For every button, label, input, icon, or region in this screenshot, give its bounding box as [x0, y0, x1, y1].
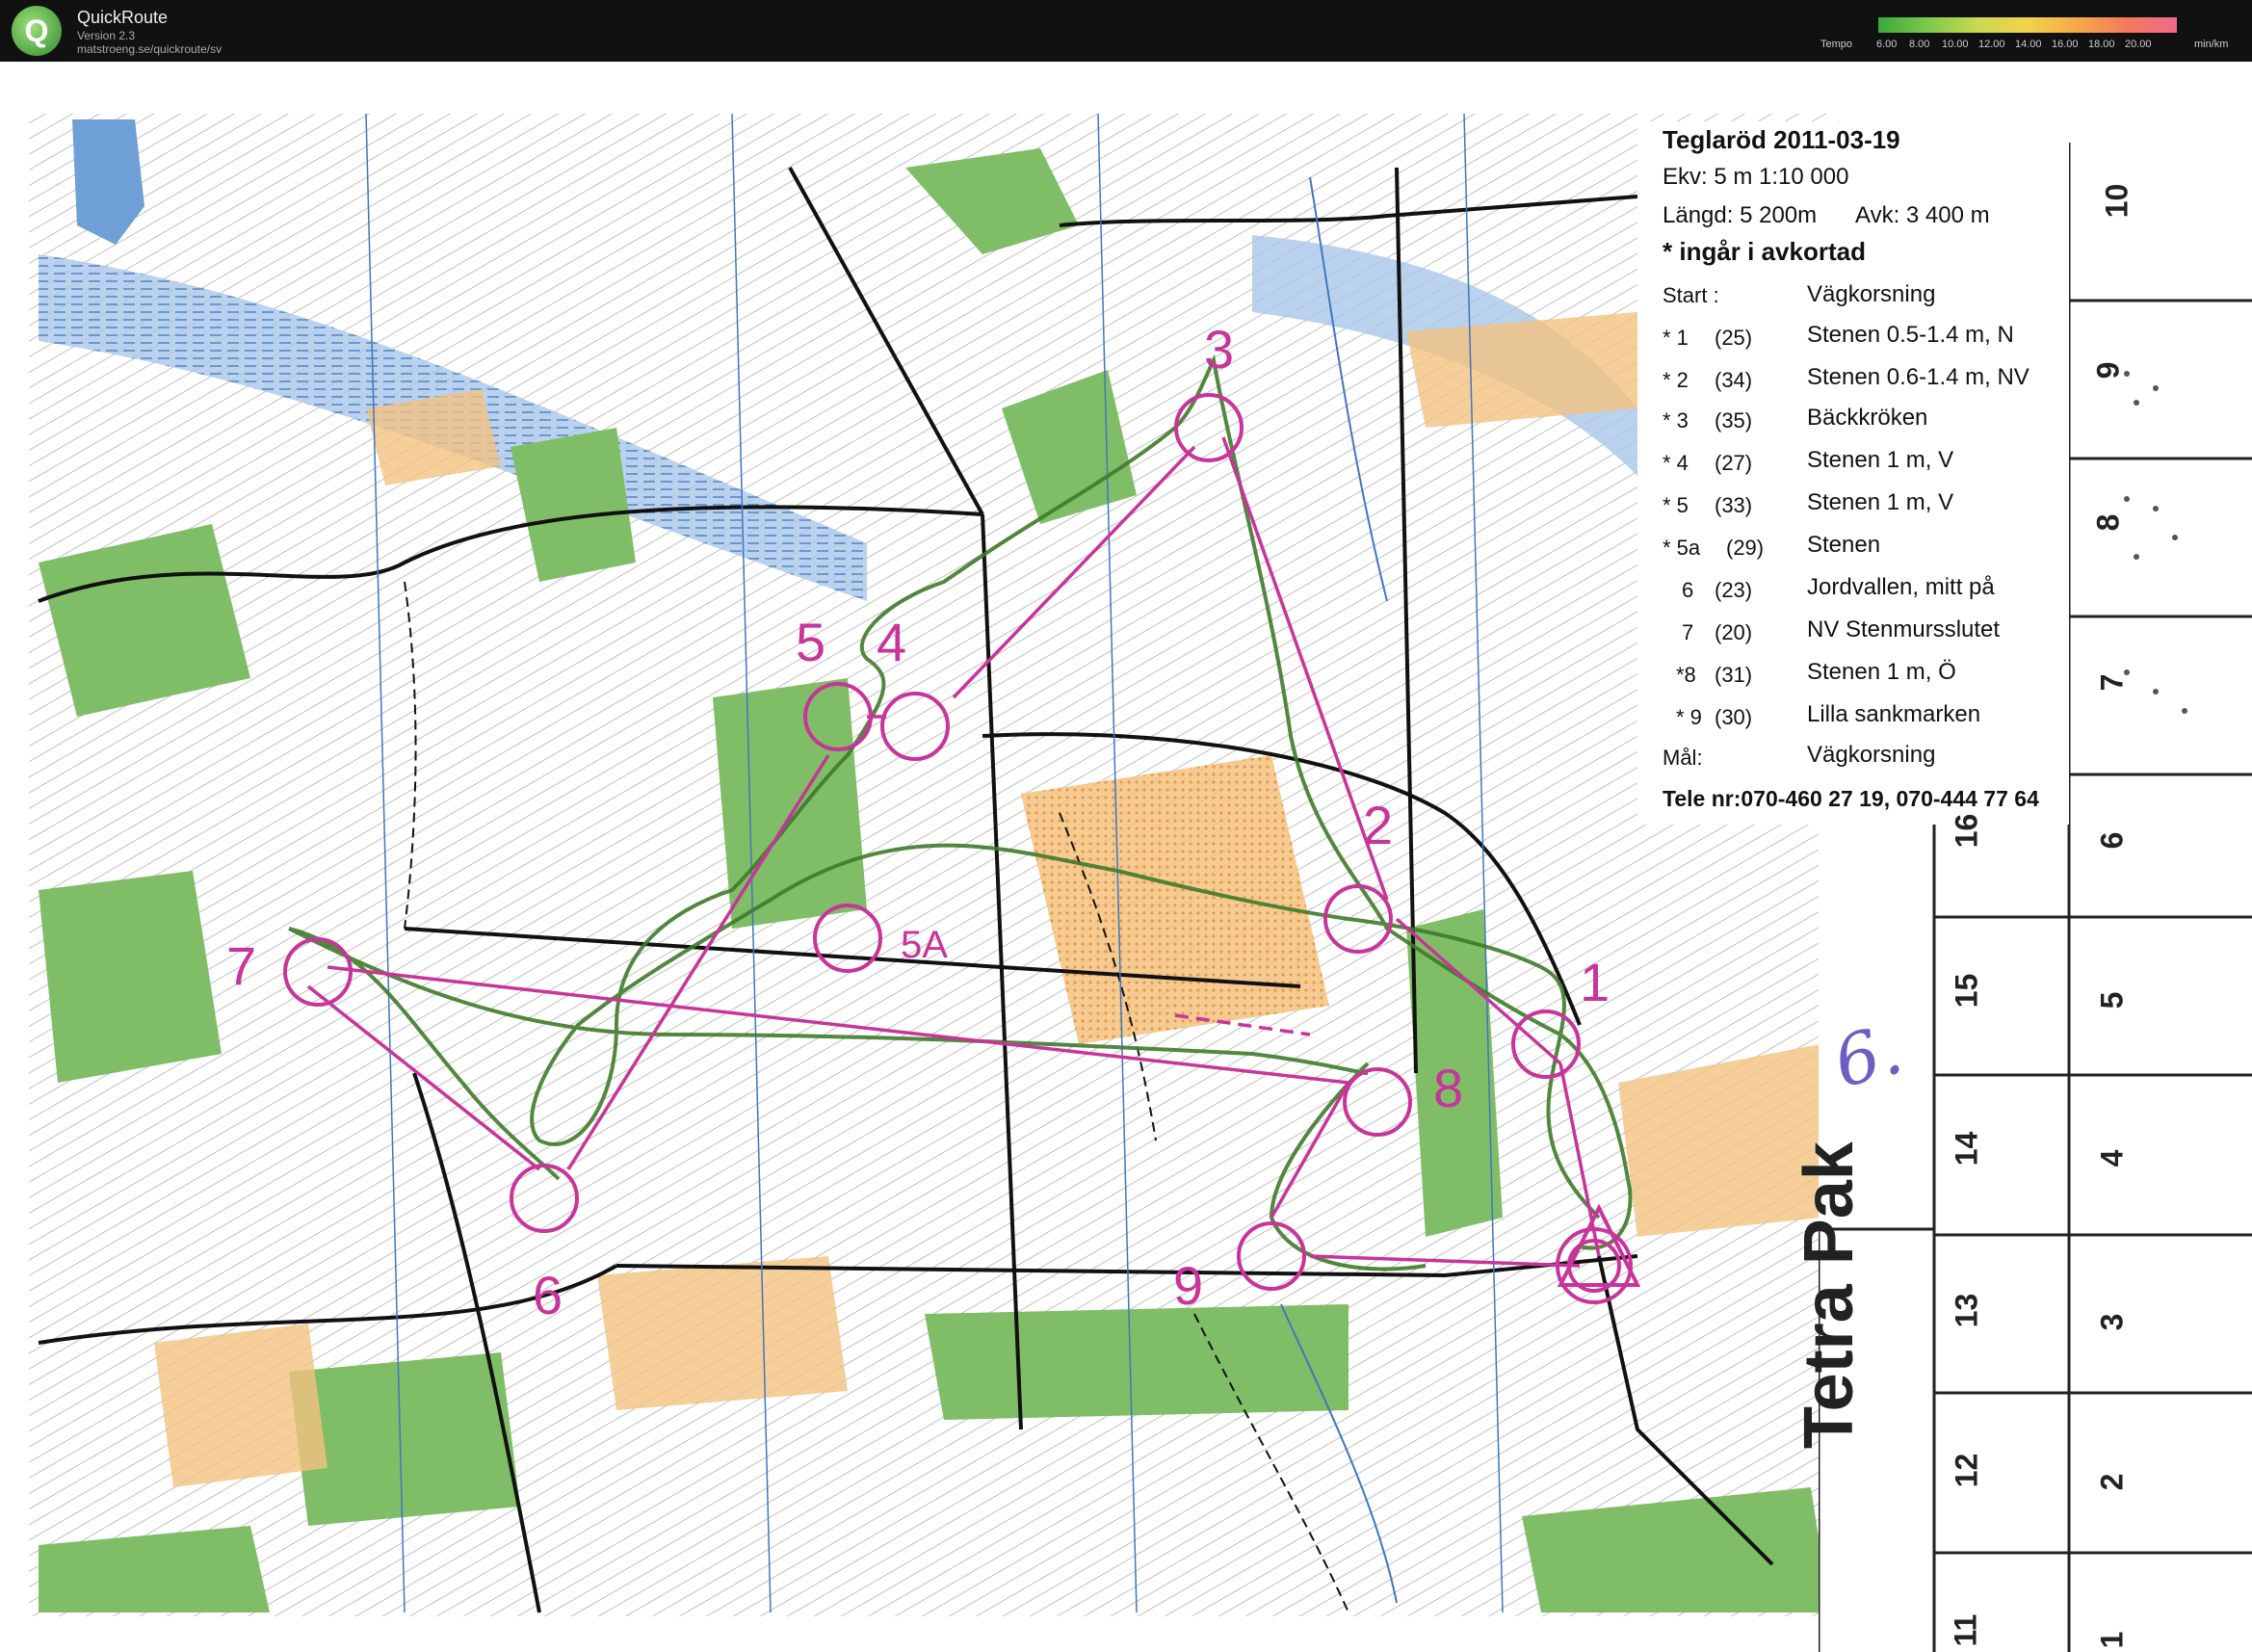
control-code: (23) [1715, 578, 1753, 602]
app-version: Version 2.3 [77, 29, 136, 42]
control-desc: Stenen 1 m, V [1807, 447, 1954, 473]
tempo-label: Tempo [1820, 39, 1853, 50]
control-number-7: 7 [226, 935, 256, 996]
control-num: Start : [1663, 283, 1719, 307]
control-number-6: 6 [533, 1265, 563, 1325]
control-desc: Stenen 1 m, Ö [1807, 659, 1956, 685]
control-num: *8 [1676, 663, 1696, 687]
punch-box-number: 1 [2094, 1631, 2130, 1649]
control-number-2: 2 [1363, 795, 1393, 855]
control-code: (29) [1726, 536, 1765, 560]
punch-box-number: 14 [1949, 1131, 1984, 1167]
control-desc: NV Stenmursslutet [1807, 616, 2001, 642]
control-num: * 1 [1663, 326, 1689, 350]
control-code: (34) [1715, 368, 1753, 392]
control-num: 7 [1682, 620, 1694, 644]
control-num: * 5a [1663, 536, 1701, 560]
control-desc: Vägkorsning [1807, 742, 1936, 768]
course-length: Längd: 5 200m [1663, 202, 1818, 228]
control-number-9: 9 [1173, 1255, 1203, 1316]
tempo-tick: 16.00 [2052, 39, 2079, 50]
course-distance: Avk: 3 400 m [1855, 202, 1990, 228]
tempo-color-scale [1878, 17, 2177, 33]
app-name: QuickRoute [77, 8, 169, 27]
control-desc: Stenen 0.5-1.4 m, N [1807, 322, 2014, 348]
control-code: (35) [1715, 408, 1753, 433]
punch-box-number: 8 [2090, 513, 2126, 532]
punch-box-number: 12 [1949, 1453, 1984, 1488]
control-number-3: 3 [1204, 319, 1234, 380]
tempo-tick: 20.00 [2125, 39, 2152, 50]
control-desc: Jordvallen, mitt på [1807, 574, 1995, 600]
map-viewport[interactable]: 1 2 3 4 5 5A 6 7 8 9 Teglaröd 2011-03-19… [0, 62, 2252, 1652]
punch-card-grid-upper [2069, 143, 2252, 826]
control-number-4: 4 [877, 612, 906, 672]
control-num: * 4 [1663, 451, 1689, 475]
control-desc: Vägkorsning [1807, 281, 1936, 307]
punch-box-number: 9 [2090, 361, 2126, 380]
control-desc: Stenen [1807, 532, 1881, 558]
punch-box-number: 7 [2094, 673, 2130, 692]
control-desc: Stenen 1 m, V [1807, 489, 1954, 515]
control-num: Mål: [1663, 746, 1703, 770]
control-num: * 9 [1676, 705, 1702, 729]
punch-card-grid [1819, 825, 2252, 1652]
app-titlebar: Q QuickRoute Version 2.3 matstroeng.se/q… [0, 0, 2252, 62]
control-number-5a: 5A [901, 924, 948, 966]
control-code: (20) [1715, 620, 1753, 644]
control-number-1: 1 [1580, 952, 1610, 1012]
control-description-sheet: Teglaröd 2011-03-19 Ekv: 5 m 1:10 000 Lä… [1637, 121, 2071, 825]
tempo-tick: 6.00 [1876, 39, 1898, 50]
control-num: * 2 [1663, 368, 1689, 392]
tetra-pak-logo: Tetra Pak [1791, 1141, 1868, 1449]
course-scale: Ekv: 5 m 1:10 000 [1663, 164, 1849, 190]
punch-box-number: 4 [2094, 1149, 2130, 1167]
control-desc: Stenen 0.6-1.4 m, NV [1807, 364, 2029, 390]
tempo-tick: 14.00 [2015, 39, 2042, 50]
control-num: * 3 [1663, 408, 1689, 433]
punch-box-number: 6 [2094, 831, 2130, 850]
control-number-5: 5 [796, 612, 825, 672]
control-number-8: 8 [1433, 1058, 1463, 1118]
tempo-tick: 18.00 [2088, 39, 2115, 50]
punch-box-number: 15 [1949, 973, 1984, 1009]
control-code: (31) [1715, 663, 1753, 687]
punch-box-number: 5 [2094, 991, 2130, 1010]
control-code: (33) [1715, 493, 1753, 517]
tempo-tick: 8.00 [1909, 39, 1930, 50]
control-num: * 5 [1663, 493, 1689, 517]
control-code: (30) [1715, 705, 1753, 729]
control-num: 6 [1682, 578, 1694, 602]
tempo-tick: 10.00 [1942, 39, 1969, 50]
contact-phone: Tele nr:070-460 27 19, 070-444 77 64 [1663, 786, 2039, 811]
punch-box-number: 3 [2094, 1313, 2130, 1331]
punch-box-number: 10 [2099, 183, 2134, 219]
control-code: (25) [1715, 326, 1753, 350]
tempo-tick: 12.00 [1978, 39, 2005, 50]
control-desc: Bäckkröken [1807, 405, 1928, 431]
tempo-unit: min/km [2194, 39, 2229, 50]
punch-box-number: 16 [1949, 813, 1984, 849]
quickroute-logo-icon: Q [12, 6, 62, 56]
course-title: Teglaröd 2011-03-19 [1663, 125, 1900, 154]
control-code: (27) [1715, 451, 1753, 475]
punch-box-number: 2 [2094, 1473, 2130, 1491]
app-url: matstroeng.se/quickroute/sv [77, 42, 223, 56]
control-desc: Lilla sankmarken [1807, 701, 1981, 727]
course-note: * ingår i avkortad [1663, 237, 1866, 266]
punch-box-number: 11 [1948, 1613, 1983, 1647]
punch-box-number: 13 [1949, 1293, 1984, 1328]
